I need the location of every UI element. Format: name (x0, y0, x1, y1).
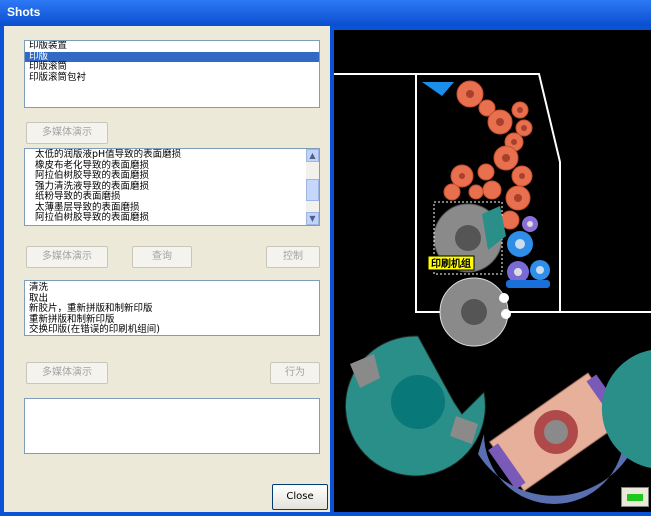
printing-unit-diagram: 印刷机组 (334, 73, 651, 504)
list-item[interactable]: 印版装置 (25, 41, 319, 52)
list-item[interactable]: 阿拉伯树胶导致的表面磨损 (25, 212, 319, 224)
status-indicator[interactable] (621, 487, 649, 507)
control-panel: 印版装置 印版 印版滚筒 印版滚筒包衬 多媒体演示 太低的润版液pH值导致的表面… (4, 26, 330, 512)
multimedia-button[interactable]: 多媒体演示 (26, 246, 108, 268)
description-box[interactable] (24, 398, 320, 454)
control-button[interactable]: 控制 (266, 246, 320, 268)
unit-label: 印刷机组 (431, 257, 471, 270)
list-item[interactable]: 印版滚筒 (25, 61, 319, 73)
status-led (627, 494, 643, 501)
part-list[interactable]: 印版装置 印版 印版滚筒 印版滚筒包衬 (24, 40, 320, 108)
delivery-cylinder (601, 350, 651, 468)
list-item[interactable]: 新胶片，重新拼版和制新印版 (25, 303, 319, 315)
impression-cylinder (344, 335, 486, 477)
list-item[interactable]: 纸粉导致的表面磨损 (25, 191, 319, 203)
list-item[interactable]: 清洗 (25, 282, 319, 294)
list-item[interactable]: 阿拉伯树胶导致的表面磨损 (25, 170, 319, 182)
vertical-scrollbar[interactable]: ▲ ▼ (306, 149, 319, 225)
close-button[interactable]: Close (272, 484, 328, 510)
defect-list[interactable]: 太低的润版液pH值导致的表面磨损 橡皮布老化导致的表面磨损 阿拉伯树胶导致的表面… (24, 148, 320, 226)
window-title: Shots (7, 5, 41, 19)
list-item[interactable]: 交换印版(在错误的印刷机组间) (25, 324, 319, 335)
multimedia-button[interactable]: 多媒体演示 (26, 362, 108, 384)
scroll-thumb[interactable] (306, 179, 319, 201)
action-button[interactable]: 行为 (270, 362, 320, 384)
list-item[interactable]: 太低的润版液pH值导致的表面磨损 (25, 149, 319, 161)
title-bar[interactable]: Shots (0, 0, 651, 26)
multimedia-button[interactable]: 多媒体演示 (26, 122, 108, 144)
press-diagram-canvas[interactable]: 印刷机组 (334, 30, 651, 512)
list-item[interactable]: 印版滚筒包衬 (25, 72, 319, 84)
query-button[interactable]: 查询 (132, 246, 192, 268)
paper-guide (422, 82, 454, 96)
action-list[interactable]: 清洗 取出 新胶片，重新拼版和制新印版 重新拼版和制新印版 交换印版(在错误的印… (24, 280, 320, 336)
scroll-up-icon[interactable]: ▲ (306, 149, 319, 162)
shots-window: Shots 印版装置 印版 印版滚筒 印版滚筒包衬 多媒体演示 太低的润版液pH… (0, 0, 651, 512)
list-item[interactable]: 印版 (25, 51, 319, 62)
scroll-down-icon[interactable]: ▼ (306, 212, 319, 225)
